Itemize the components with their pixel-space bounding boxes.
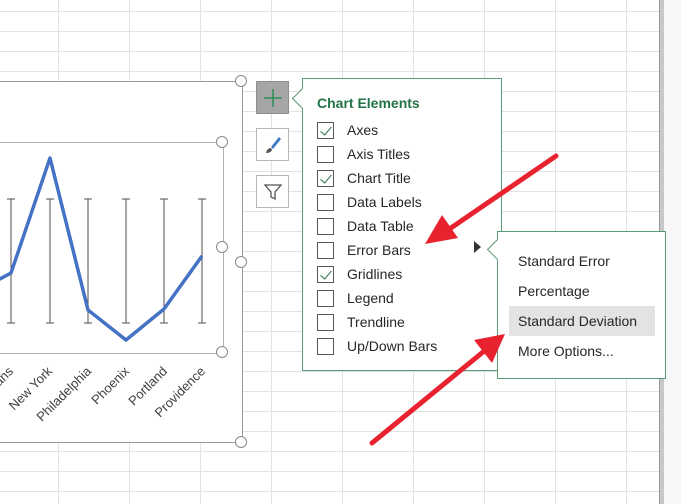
- chart-elements-button[interactable]: [256, 81, 289, 114]
- legend-checkbox[interactable]: [317, 289, 334, 307]
- element-label: Up/Down Bars: [347, 338, 438, 354]
- element-row-axis-titles[interactable]: Axis Titles: [317, 143, 410, 165]
- element-row-legend[interactable]: Legend: [317, 287, 394, 309]
- chart-resize-handle-right[interactable]: [235, 256, 247, 268]
- error-bars-submenu-arrow-icon[interactable]: [474, 241, 481, 253]
- chart-filters-button[interactable]: [256, 175, 289, 208]
- x-tick-label: Phoenix: [88, 363, 132, 407]
- chart-title-checkbox[interactable]: [317, 169, 334, 187]
- menu-item-standard-deviation[interactable]: Standard Deviation: [509, 306, 655, 336]
- element-label: Data Labels: [347, 194, 422, 210]
- chart-filter-icon: [263, 183, 282, 200]
- element-label: Gridlines: [347, 266, 403, 282]
- chart-resize-handle-bottom-right[interactable]: [235, 436, 247, 448]
- gridlines-checkbox[interactable]: [317, 265, 334, 283]
- error-bars: [7, 198, 206, 324]
- element-label: Axes: [347, 122, 379, 138]
- error-bars-submenu: Standard Error Percentage Standard Devia…: [486, 231, 666, 379]
- chart-styles-button[interactable]: [256, 128, 289, 161]
- element-label: Legend: [347, 290, 394, 306]
- element-label: Trendline: [347, 314, 405, 330]
- data-labels-checkbox[interactable]: [317, 193, 334, 211]
- chart-resize-handle-top-right[interactable]: [235, 75, 247, 87]
- data-table-checkbox[interactable]: [317, 217, 334, 235]
- element-row-gridlines[interactable]: Gridlines: [317, 263, 402, 285]
- error-bar: [46, 198, 54, 324]
- element-row-data-labels[interactable]: Data Labels: [317, 191, 422, 213]
- up-down-bars-checkbox[interactable]: [317, 337, 334, 355]
- element-row-error-bars[interactable]: Error Bars: [317, 239, 411, 261]
- trendline-checkbox[interactable]: [317, 313, 334, 331]
- add-chart-element-icon: [263, 88, 282, 107]
- element-row-trendline[interactable]: Trendline: [317, 311, 405, 333]
- element-row-data-table[interactable]: Data Table: [317, 215, 414, 237]
- menu-item-more-options[interactable]: More Options...: [509, 336, 655, 366]
- axis-titles-checkbox[interactable]: [317, 145, 334, 163]
- element-label: Error Bars: [347, 242, 411, 258]
- chart-elements-panel: Chart Elements Axes Axis Titles Chart Ti…: [291, 78, 502, 371]
- menu-item-percentage[interactable]: Percentage: [509, 276, 655, 306]
- axes-checkbox[interactable]: [317, 121, 334, 139]
- data-series-line: [0, 156, 204, 342]
- element-row-up-down-bars[interactable]: Up/Down Bars: [317, 335, 437, 357]
- plot-resize-handle-bottom-right[interactable]: [216, 346, 228, 358]
- plot-resize-handle-top-right[interactable]: [216, 136, 228, 148]
- element-row-chart-title[interactable]: Chart Title: [317, 167, 411, 189]
- panel-title: Chart Elements: [317, 95, 420, 111]
- error-bar: [122, 198, 130, 324]
- error-bars-checkbox[interactable]: [317, 241, 334, 259]
- element-label: Data Table: [347, 218, 414, 234]
- chart-styles-brush-icon: [265, 136, 281, 153]
- plot-resize-handle-right[interactable]: [216, 241, 228, 253]
- element-label: Axis Titles: [347, 146, 411, 162]
- element-row-axes[interactable]: Axes: [317, 119, 378, 141]
- element-label: Chart Title: [347, 170, 411, 186]
- x-axis-labels: Orleans New York Philadelphia Phoenix Po…: [0, 363, 208, 424]
- menu-item-standard-error[interactable]: Standard Error: [509, 246, 655, 276]
- panel-pointer: [291, 87, 314, 110]
